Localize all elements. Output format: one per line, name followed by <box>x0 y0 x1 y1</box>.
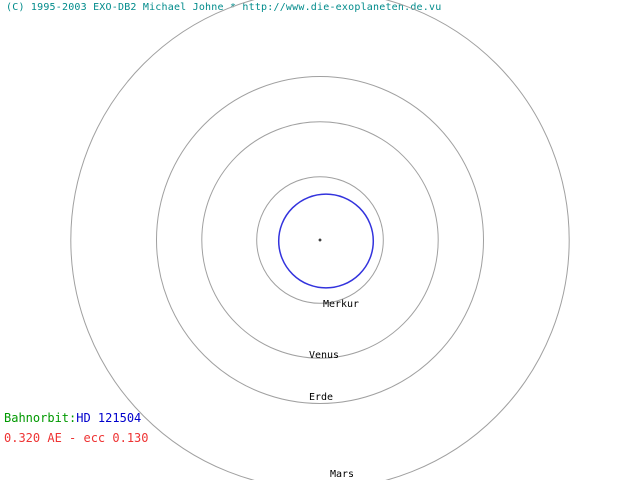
star-marker <box>318 238 322 242</box>
orbit-label-venus: Venus <box>309 350 339 361</box>
orbit-label-mars: Mars <box>330 469 354 480</box>
orbit-info-line: Bahnorbit:HD 121504 <box>4 411 141 425</box>
orbit-params: 0.320 AE - ecc 0.130 <box>4 431 149 445</box>
exoplanet-name: HD 121504 <box>76 411 142 425</box>
bahnorbit-label: Bahnorbit: <box>4 411 77 425</box>
orbit-diagram: (C) 1995-2003 EXO-DB2 Michael Johne * ht… <box>0 0 640 480</box>
orbit-label-erde: Erde <box>309 392 333 403</box>
exo-orbit-group <box>277 193 375 289</box>
orbit-label-merkur: Merkur <box>323 299 359 310</box>
orbit-svg: Merkur Venus Erde Mars <box>70 0 570 480</box>
exoplanet-orbit <box>277 193 375 289</box>
